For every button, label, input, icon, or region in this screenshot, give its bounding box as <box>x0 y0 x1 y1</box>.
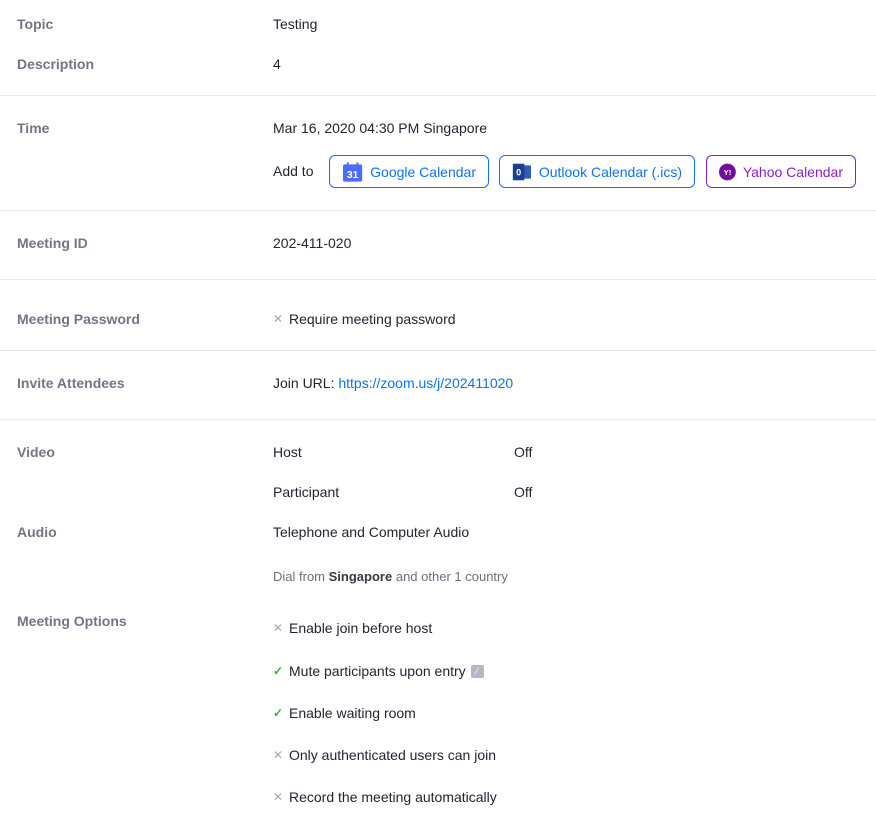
divider <box>0 95 876 96</box>
time-label: Time <box>17 120 50 136</box>
join-url-link[interactable]: https://zoom.us/j/202411020 <box>338 375 513 391</box>
x-icon: ✕ <box>273 621 284 635</box>
svg-text:0: 0 <box>516 167 521 177</box>
option-text: Record the meeting automatically <box>289 789 497 805</box>
join-url-prefix: Join URL: <box>273 375 335 391</box>
meeting-options-label: Meeting Options <box>17 613 127 629</box>
require-password-option: ✕ Require meeting password <box>273 311 456 327</box>
yahoo-calendar-icon: Y! <box>719 163 736 180</box>
video-label: Video <box>17 444 55 460</box>
dial-suffix: and other 1 country <box>395 569 508 584</box>
dial-prefix: Dial from <box>273 569 326 584</box>
option-mute-on-entry: ✓ Mute participants upon entry ⁄ <box>273 663 484 679</box>
option-waiting-room: ✓ Enable waiting room <box>273 705 416 721</box>
x-icon: ✕ <box>273 748 284 762</box>
meeting-password-label: Meeting Password <box>17 311 140 327</box>
divider <box>0 279 876 280</box>
option-join-before-host: ✕ Enable join before host <box>273 620 432 636</box>
add-to-label: Add to <box>273 163 314 179</box>
option-auto-record: ✕ Record the meeting automatically <box>273 789 497 805</box>
meeting-id-label: Meeting ID <box>17 235 88 251</box>
divider <box>0 210 876 211</box>
audio-value: Telephone and Computer Audio <box>273 524 470 540</box>
dial-country: Singapore <box>328 569 393 584</box>
topic-value: Testing <box>273 16 318 32</box>
check-icon: ✓ <box>273 664 284 678</box>
yahoo-calendar-button[interactable]: Y! Yahoo Calendar <box>706 155 856 188</box>
outlook-calendar-button[interactable]: 0 Outlook Calendar (.ics) <box>499 155 695 188</box>
description-value: 4 <box>273 56 281 72</box>
video-participant-value: Off <box>514 484 533 500</box>
option-text: Enable join before host <box>289 620 433 636</box>
google-calendar-icon: 31 <box>342 161 363 182</box>
locked-setting-icon[interactable]: ⁄ <box>470 664 484 678</box>
option-text: Enable waiting room <box>289 705 416 721</box>
require-password-text: Require meeting password <box>289 311 456 327</box>
x-icon: ✕ <box>273 312 284 326</box>
svg-text:31: 31 <box>347 168 359 180</box>
check-icon: ✓ <box>273 706 284 720</box>
option-text: Only authenticated users can join <box>289 747 497 763</box>
divider <box>0 419 876 420</box>
yahoo-calendar-label: Yahoo Calendar <box>742 163 843 180</box>
video-host-value: Off <box>514 444 533 460</box>
outlook-calendar-label: Outlook Calendar (.ics) <box>538 163 682 180</box>
video-participant-label: Participant <box>273 484 340 500</box>
topic-label: Topic <box>17 16 54 32</box>
video-host-label: Host <box>273 444 302 460</box>
google-calendar-button[interactable]: 31 Google Calendar <box>329 155 489 188</box>
option-authenticated-only: ✕ Only authenticated users can join <box>273 747 496 763</box>
outlook-calendar-icon: 0 <box>512 163 532 180</box>
description-label: Description <box>17 56 95 72</box>
time-value: Mar 16, 2020 04:30 PM Singapore <box>273 120 488 136</box>
audio-label: Audio <box>17 524 57 540</box>
svg-text:Y!: Y! <box>724 167 732 176</box>
dial-from-text: Dial from Singapore and other 1 country <box>273 569 508 584</box>
meeting-id-value: 202-411-020 <box>273 235 352 251</box>
option-text: Mute participants upon entry <box>289 663 466 679</box>
join-url-row: Join URL: https://zoom.us/j/202411020 <box>273 375 513 391</box>
invite-attendees-label: Invite Attendees <box>17 375 125 391</box>
x-icon: ✕ <box>273 790 284 804</box>
google-calendar-label: Google Calendar <box>370 163 476 180</box>
divider <box>0 350 876 351</box>
